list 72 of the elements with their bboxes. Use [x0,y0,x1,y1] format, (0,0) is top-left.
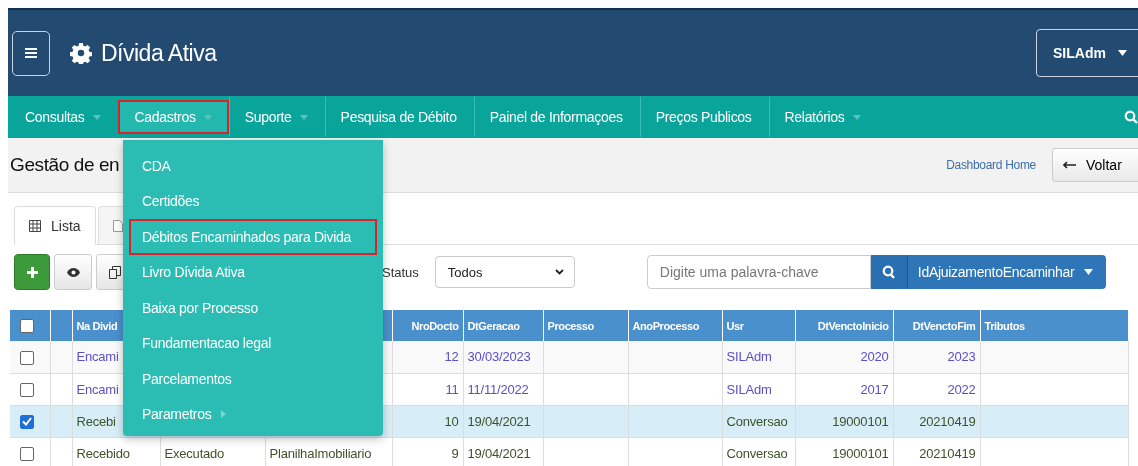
menu-item[interactable]: Certidões [129,183,377,219]
chevron-down-icon [554,269,564,275]
nav-item[interactable]: Cadastros [117,100,229,134]
tab[interactable]: Lista [14,206,96,245]
column-header: Tributos [980,310,1128,341]
table-cell: 2020 [860,349,889,365]
page-title: Gestão de en [10,154,120,176]
table-cell: Encami [76,349,119,365]
grid-icon [29,220,41,232]
table-cell: 11 [445,381,459,397]
table-cell: PlanilhaImobiliario [269,445,372,461]
menu-item[interactable]: Débitos Encaminhados para Divida [129,219,377,255]
caret-icon [1084,269,1094,275]
table-cell: Recebido [76,445,130,461]
column-header: Processo [543,310,628,341]
column-header: AnoProcesso [628,310,722,341]
table-cell: Conversao [726,445,788,461]
app-title: Dívida Ativa [101,39,217,67]
search-field[interactable]: Digite uma palavra-chave [646,255,871,289]
table-cell: 30/03/2023 [467,349,531,365]
arrow-left-icon [1063,161,1076,169]
row-checkbox[interactable] [20,414,34,429]
menu-icon [25,47,37,59]
table-cell: Conversao [726,413,788,429]
user-menu-button[interactable]: SILAdm [1036,29,1138,77]
table-cell: SILAdm [726,381,772,397]
table-cell: 19000101 [832,413,889,429]
view-button[interactable] [54,254,92,290]
nav-item[interactable]: Consultas [8,96,118,138]
row-checkbox[interactable] [20,382,34,397]
menu-item[interactable]: CDA [129,148,377,184]
search-icon [882,265,896,279]
copy-icon [109,265,121,279]
field-dropdown[interactable]: IdAjuizamentoEncaminhar [907,255,1106,289]
table-cell: 19/04/2021 [467,445,531,461]
table-cell: 10 [444,413,459,429]
table-cell: SILAdm [726,349,772,365]
search-icon[interactable] [1124,110,1138,124]
table-cell: 19000101 [832,445,889,461]
menu-button[interactable] [12,30,50,76]
column-header: DtVenctoFim [893,310,980,341]
status-select[interactable]: Todos [434,256,575,288]
table-cell: 2023 [947,349,976,365]
table-cell: 20210419 [919,413,976,429]
status-label: Status [382,264,419,280]
row-checkbox[interactable] [20,350,34,365]
column-header: DtGeracao [463,310,543,341]
plus-icon [26,266,38,278]
column-header: Usr [722,310,795,341]
table-cell: 2017 [860,381,889,397]
dashboard-link[interactable]: Dashboard Home [946,158,1036,172]
search-button[interactable] [870,255,908,289]
eye-icon [66,267,80,277]
table-cell: 9 [451,445,459,461]
select-all-checkbox[interactable] [20,318,34,333]
settings-icon [70,42,92,64]
table-cell: 19/04/2021 [467,413,531,429]
row-checkbox[interactable] [20,446,34,461]
menu-item[interactable]: Livro Dívida Ativa [129,254,377,290]
column-header: NroDocto [392,310,463,341]
column-header: DtVenctoInicio [795,310,893,341]
table-cell: Executado [164,445,225,461]
table-cell: Encami [76,381,119,397]
table-cell: 2022 [947,381,976,397]
back-button[interactable]: Voltar [1052,148,1138,182]
table-cell: 11/11/2022 [467,381,529,397]
table-cell: 20210419 [919,445,976,461]
table-row[interactable]: Recebido Executado PlanilhaImobiliario 9 19/04/2021 Conversao 19000101 20210419 [10,437,1128,466]
table-cell: 12 [444,349,459,365]
table-cell: Recebi [76,413,116,429]
add-button[interactable] [14,254,50,290]
caret-icon [1117,50,1127,56]
